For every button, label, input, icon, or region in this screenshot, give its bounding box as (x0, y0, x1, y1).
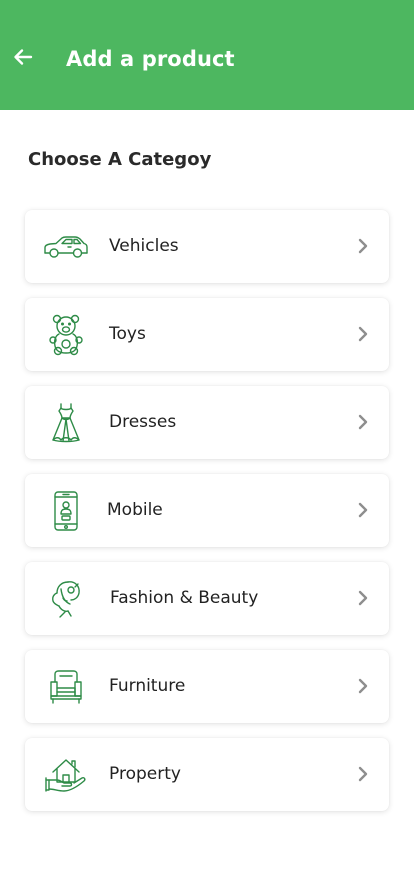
smartphone-icon (41, 488, 91, 534)
category-item-dresses[interactable]: Dresses (25, 386, 389, 459)
car-icon (41, 224, 91, 270)
chevron-right-icon (353, 764, 373, 784)
category-item-fashion-beauty[interactable]: Fashion & Beauty (25, 562, 389, 635)
chevron-right-icon (353, 500, 373, 520)
category-label: Mobile (107, 500, 163, 520)
app-bar: Add a product (0, 0, 414, 110)
section-title: Choose A Categoy (28, 149, 212, 170)
category-label: Property (109, 764, 181, 784)
woman-face-icon (41, 576, 91, 622)
category-label: Toys (109, 324, 146, 344)
category-label: Dresses (109, 412, 177, 432)
dress-icon (41, 400, 91, 446)
category-label: Fashion & Beauty (110, 588, 259, 608)
category-item-furniture[interactable]: Furniture (25, 650, 389, 723)
chevron-right-icon (353, 236, 373, 256)
category-label: Furniture (109, 676, 186, 696)
category-item-mobile[interactable]: Mobile (25, 474, 389, 547)
category-item-toys[interactable]: Toys (25, 298, 389, 371)
chevron-right-icon (353, 412, 373, 432)
teddy-bear-icon (41, 312, 91, 358)
arrow-left-icon (14, 49, 33, 65)
chevron-right-icon (353, 588, 373, 608)
armchair-icon (41, 664, 91, 710)
chevron-right-icon (353, 676, 373, 696)
house-in-hand-icon (41, 752, 91, 798)
page-title: Add a product (66, 47, 235, 71)
chevron-right-icon (353, 324, 373, 344)
back-button[interactable] (6, 40, 40, 74)
category-list: Vehicles Toys Dresses Mobile Fashion & B… (25, 210, 389, 826)
category-label: Vehicles (109, 236, 179, 256)
category-item-vehicles[interactable]: Vehicles (25, 210, 389, 283)
category-item-property[interactable]: Property (25, 738, 389, 811)
